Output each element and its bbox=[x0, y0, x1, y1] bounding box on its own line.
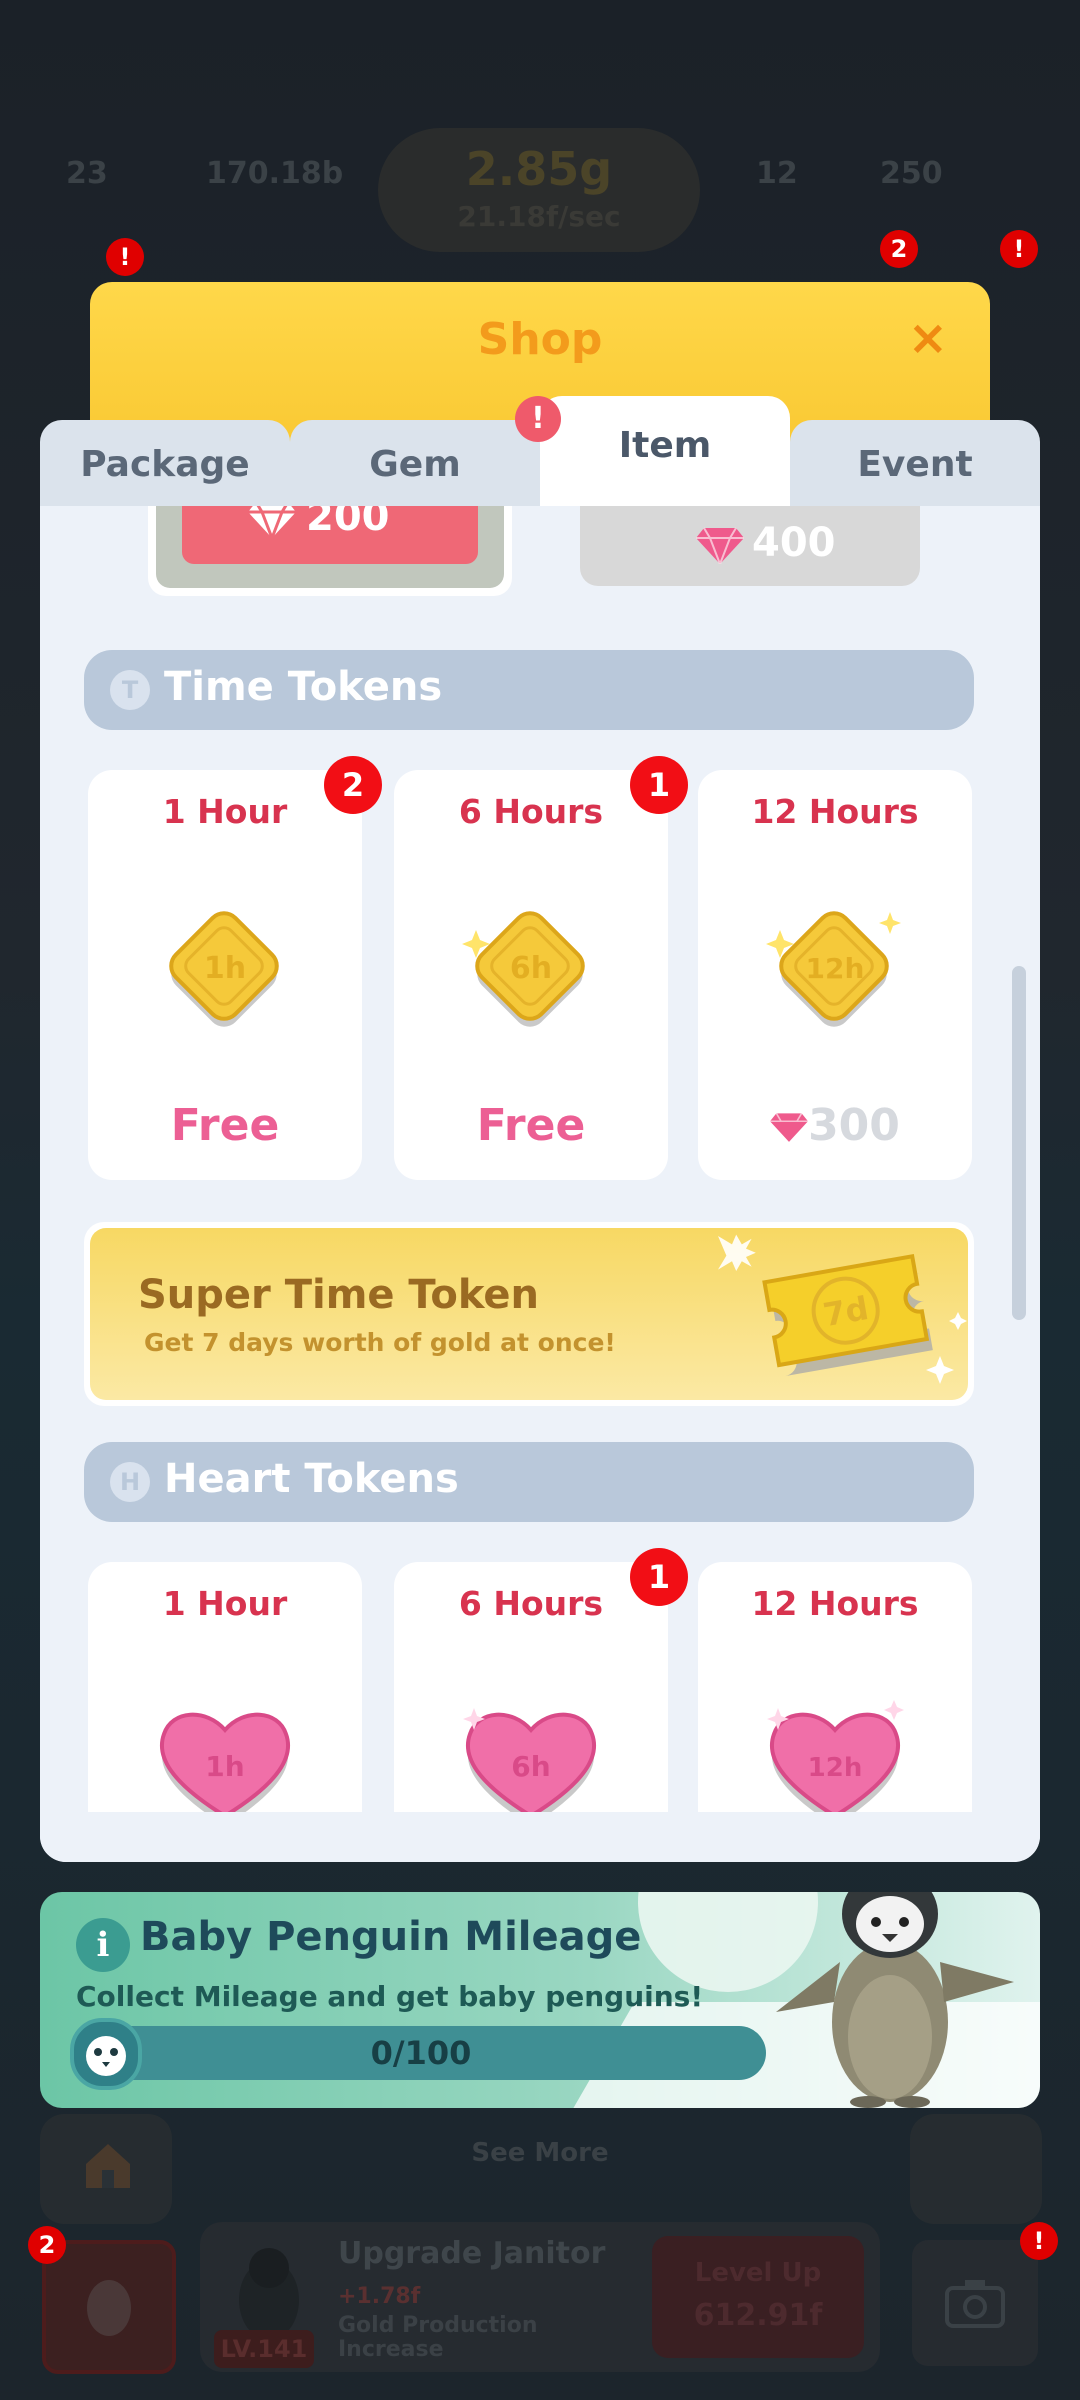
gem-icon bbox=[696, 527, 744, 564]
section-title: Time Tokens bbox=[164, 664, 443, 710]
gem-price-2: 400 bbox=[752, 520, 836, 566]
scrollbar[interactable] bbox=[1012, 966, 1026, 1320]
gold-counter: 2.85g 21.18f/sec bbox=[378, 128, 700, 252]
time-token-coin-icon: 1h bbox=[169, 911, 279, 1027]
gem-price: 300 bbox=[808, 1100, 900, 1151]
time-token-card-1h[interactable]: 1 Hour 1h Free bbox=[88, 770, 362, 1180]
card-badge-heart-6h: 1 bbox=[630, 1548, 688, 1606]
janitor-penguin-icon bbox=[239, 2248, 299, 2340]
janitor-level: LV.141 bbox=[214, 2330, 314, 2368]
penguin-face-icon bbox=[70, 2018, 142, 2090]
upgrade-janitor-card[interactable]: LV.141 Upgrade Janitor +1.78f Gold Produ… bbox=[200, 2222, 880, 2372]
card-label: 1 Hour bbox=[162, 792, 288, 831]
mileage-progress-text: 0/100 bbox=[370, 2034, 472, 2072]
coin-text: 1h bbox=[204, 951, 246, 986]
partial-item-card-2[interactable]: 400 bbox=[580, 506, 920, 586]
upgrade-bonus: +1.78f bbox=[338, 2284, 421, 2309]
time-token-card-12h[interactable]: 12 Hours 12h 300 bbox=[698, 770, 972, 1180]
tab-event[interactable]: Event bbox=[790, 420, 1040, 510]
super-title: Super Time Token bbox=[138, 1272, 540, 1318]
heart-token-section-icon: H bbox=[110, 1462, 150, 1502]
super-banner-bg: Super Time Token Get 7 days worth of gol… bbox=[90, 1228, 968, 1400]
upgrade-bonus-desc: Gold Production Increase bbox=[338, 2313, 538, 2362]
coin-text: 6h bbox=[510, 951, 552, 986]
heart-text: 12h bbox=[808, 1753, 863, 1783]
section-time-tokens: T Time Tokens bbox=[84, 650, 974, 730]
card-label: 1 Hour bbox=[162, 1584, 288, 1623]
hud-stat-1: 23 bbox=[66, 156, 108, 191]
camera-button[interactable] bbox=[912, 2240, 1038, 2366]
shop-panel[interactable]: 200 400 T Time Tokens 1 Hour 1h Free 2 6… bbox=[40, 506, 1040, 1862]
camera-badge: ! bbox=[1020, 2222, 1058, 2260]
gold-value: 2.85g bbox=[465, 142, 613, 196]
camera-icon bbox=[945, 2280, 1005, 2328]
card-price: Free bbox=[170, 1100, 280, 1151]
bottom-bar: See More 2 LV.141 Upgrade Janitor +1.78f… bbox=[0, 2100, 1080, 2400]
tab-package[interactable]: Package bbox=[40, 420, 290, 510]
ticket-icon: 7d bbox=[718, 1234, 967, 1384]
home-button[interactable] bbox=[40, 2114, 172, 2224]
card-label: 6 Hours bbox=[458, 792, 604, 831]
card-badge-6h: 1 bbox=[630, 756, 688, 814]
mileage-subtitle: Collect Mileage and get baby penguins! bbox=[76, 1980, 704, 2013]
tab-item[interactable]: Item bbox=[540, 396, 790, 510]
gold-rate: 21.18f/sec bbox=[457, 200, 621, 233]
card-label: 6 Hours bbox=[458, 1584, 604, 1623]
level-up-label: Level Up bbox=[694, 2258, 822, 2288]
time-token-section-icon: T bbox=[110, 670, 150, 710]
heart-text: 6h bbox=[511, 1750, 550, 1783]
character-button[interactable] bbox=[910, 2114, 1042, 2224]
card-badge-1h: 2 bbox=[324, 756, 382, 814]
egg-button[interactable] bbox=[42, 2240, 176, 2374]
penguin-mileage-banner[interactable]: i Baby Penguin Mileage Collect Mileage a… bbox=[40, 1892, 1040, 2108]
info-icon[interactable]: i bbox=[76, 1918, 130, 1972]
level-up-cost: 612.91f bbox=[693, 2298, 823, 2333]
side-badge-a: 2 bbox=[880, 230, 918, 268]
super-time-token-banner[interactable]: Super Time Token Get 7 days worth of gol… bbox=[84, 1222, 974, 1406]
card-price: 300 bbox=[698, 1100, 972, 1151]
hud-stat-3: 12 bbox=[756, 156, 798, 191]
egg-icon bbox=[87, 2280, 131, 2336]
side-badge-b: ! bbox=[1000, 230, 1038, 268]
super-subtitle: Get 7 days worth of gold at once! bbox=[144, 1328, 616, 1357]
hud-stat-2: 170.18b bbox=[206, 156, 344, 191]
mileage-title: Baby Penguin Mileage bbox=[140, 1914, 642, 1960]
gem-price-1: 200 bbox=[306, 506, 390, 540]
close-icon[interactable]: × bbox=[908, 310, 948, 366]
gem-price-button-1[interactable]: 200 bbox=[182, 506, 478, 564]
section-title: Heart Tokens bbox=[164, 1456, 459, 1502]
baby-penguin-icon bbox=[776, 1892, 1014, 2108]
time-token-card-6h[interactable]: 6 Hours 6h Free bbox=[394, 770, 668, 1180]
level-up-button[interactable]: Level Up 612.91f bbox=[652, 2236, 864, 2358]
mileage-progress-bar: 0/100 bbox=[76, 2026, 766, 2080]
ticket-text: 7d bbox=[820, 1289, 871, 1334]
section-heart-tokens: H Heart Tokens bbox=[84, 1442, 974, 1522]
partial-item-card-1[interactable]: 200 bbox=[148, 506, 512, 596]
tab-gem[interactable]: Gem bbox=[290, 420, 540, 510]
gem-icon bbox=[770, 1112, 809, 1142]
side-badge-left: ! bbox=[106, 238, 144, 276]
card-price: Free bbox=[476, 1100, 586, 1151]
hud-gems: 250 bbox=[880, 156, 943, 191]
upgrade-title: Upgrade Janitor bbox=[338, 2236, 606, 2271]
panel-footer bbox=[40, 1812, 1040, 1862]
tab-alert-badge: ! bbox=[515, 396, 561, 442]
card-label: 12 Hours bbox=[751, 792, 919, 831]
heart-text: 1h bbox=[205, 1750, 244, 1783]
shop-title: Shop bbox=[477, 314, 603, 365]
card-label: 12 Hours bbox=[751, 1584, 919, 1623]
coin-text: 12h bbox=[806, 952, 865, 985]
time-token-coin-icon: 6h bbox=[462, 911, 585, 1027]
gem-icon bbox=[248, 506, 296, 538]
time-token-coin-icon: 12h bbox=[766, 911, 901, 1027]
egg-badge: 2 bbox=[28, 2226, 66, 2264]
